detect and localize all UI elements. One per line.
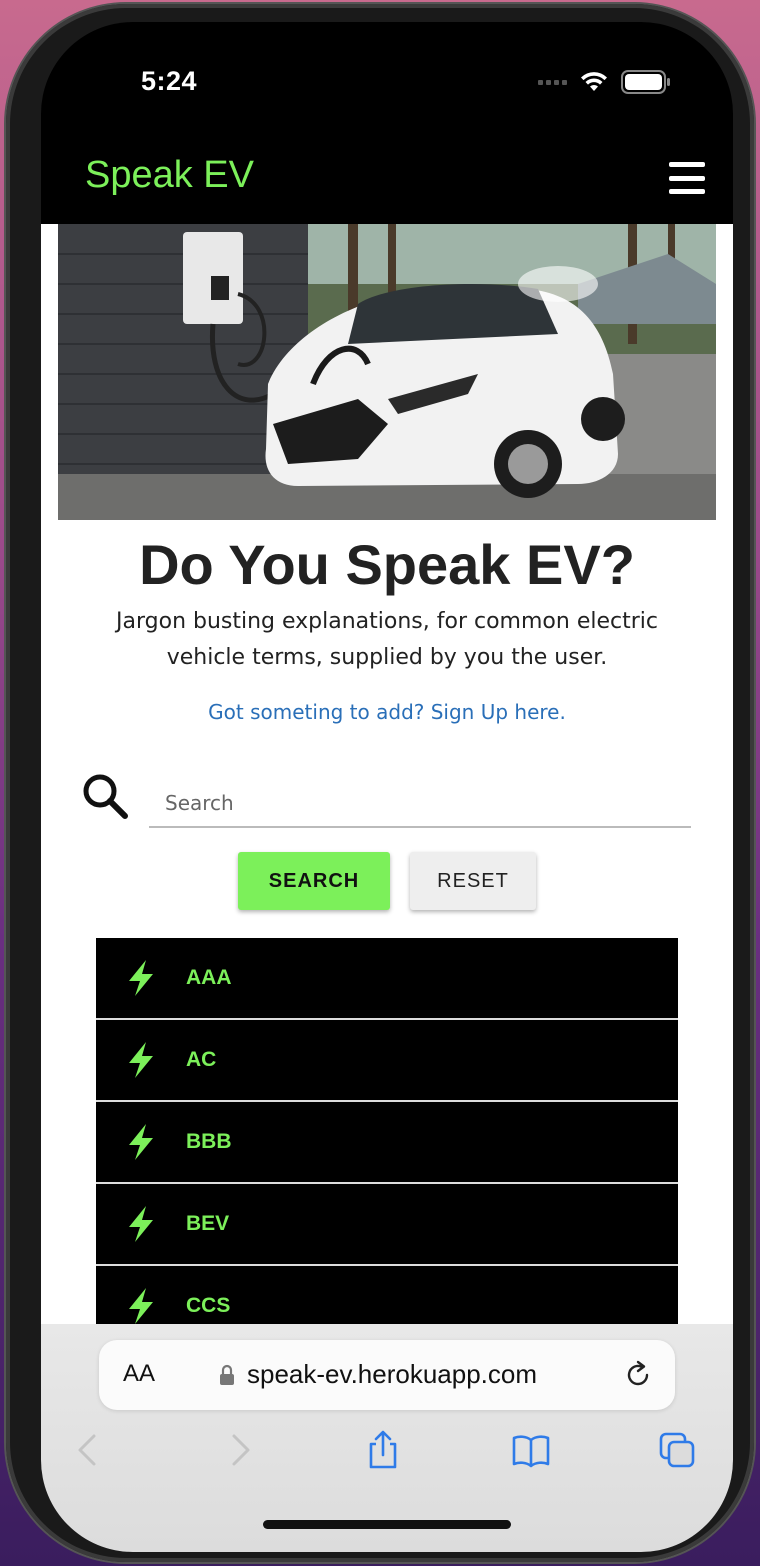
search-button[interactable]: SEARCH (238, 852, 390, 910)
status-icons (538, 70, 671, 94)
lightning-bolt-icon (129, 960, 153, 996)
phone-screen: 5:24 Speak EV Do You Speak EV? Jargon bu… (41, 22, 733, 1552)
signup-link[interactable]: Got someting to add? Sign Up here. (41, 700, 733, 724)
forward-icon[interactable] (219, 1430, 259, 1470)
term-list-item[interactable]: BBB (96, 1102, 678, 1184)
term-list-item[interactable]: AC (96, 1020, 678, 1102)
reset-button[interactable]: RESET (410, 852, 536, 910)
lightning-bolt-icon (129, 1124, 153, 1160)
page-content: Do You Speak EV? Jargon busting explanat… (41, 224, 733, 1348)
app-navbar: Speak EV (41, 134, 733, 224)
page-subtitle: Jargon busting explanations, for common … (116, 609, 658, 670)
phone-frame: 5:24 Speak EV Do You Speak EV? Jargon bu… (6, 4, 754, 1562)
hamburger-menu-icon[interactable] (669, 162, 705, 194)
share-icon[interactable] (363, 1430, 403, 1470)
address-bar[interactable]: AA speak-ev.herokuapp.com (99, 1340, 675, 1410)
term-list: AAA AC BBB BEV CCS (96, 938, 678, 1348)
cellular-signal-icon (538, 79, 567, 85)
term-list-item[interactable]: BEV (96, 1184, 678, 1266)
lock-icon (220, 1364, 234, 1385)
page-title: Do You Speak EV? (139, 533, 635, 596)
url-text: speak-ev.herokuapp.com (247, 1359, 538, 1389)
search-icon (83, 774, 128, 819)
term-label: BBB (186, 1130, 232, 1153)
back-icon[interactable] (69, 1430, 109, 1470)
tabs-icon[interactable] (657, 1430, 697, 1470)
browser-toolbar: AA speak-ev.herokuapp.com (41, 1324, 733, 1552)
reload-icon[interactable] (623, 1360, 653, 1390)
search-input[interactable] (149, 780, 691, 828)
text-size-button[interactable]: AA (123, 1360, 155, 1388)
hero-image (58, 224, 716, 520)
wifi-icon (581, 72, 607, 91)
term-label: AC (186, 1048, 217, 1071)
term-label: AAA (186, 966, 232, 989)
home-indicator (263, 1520, 511, 1529)
lightning-bolt-icon (129, 1042, 153, 1078)
term-label: CCS (186, 1294, 231, 1317)
term-list-item[interactable]: AAA (96, 938, 678, 1020)
term-label: BEV (186, 1212, 230, 1235)
lightning-bolt-icon (129, 1288, 153, 1324)
lightning-bolt-icon (129, 1206, 153, 1242)
brand-logo-text[interactable]: Speak EV (85, 154, 254, 197)
battery-icon (621, 70, 670, 94)
status-time: 5:24 (141, 66, 198, 96)
bookmarks-icon[interactable] (511, 1430, 551, 1470)
